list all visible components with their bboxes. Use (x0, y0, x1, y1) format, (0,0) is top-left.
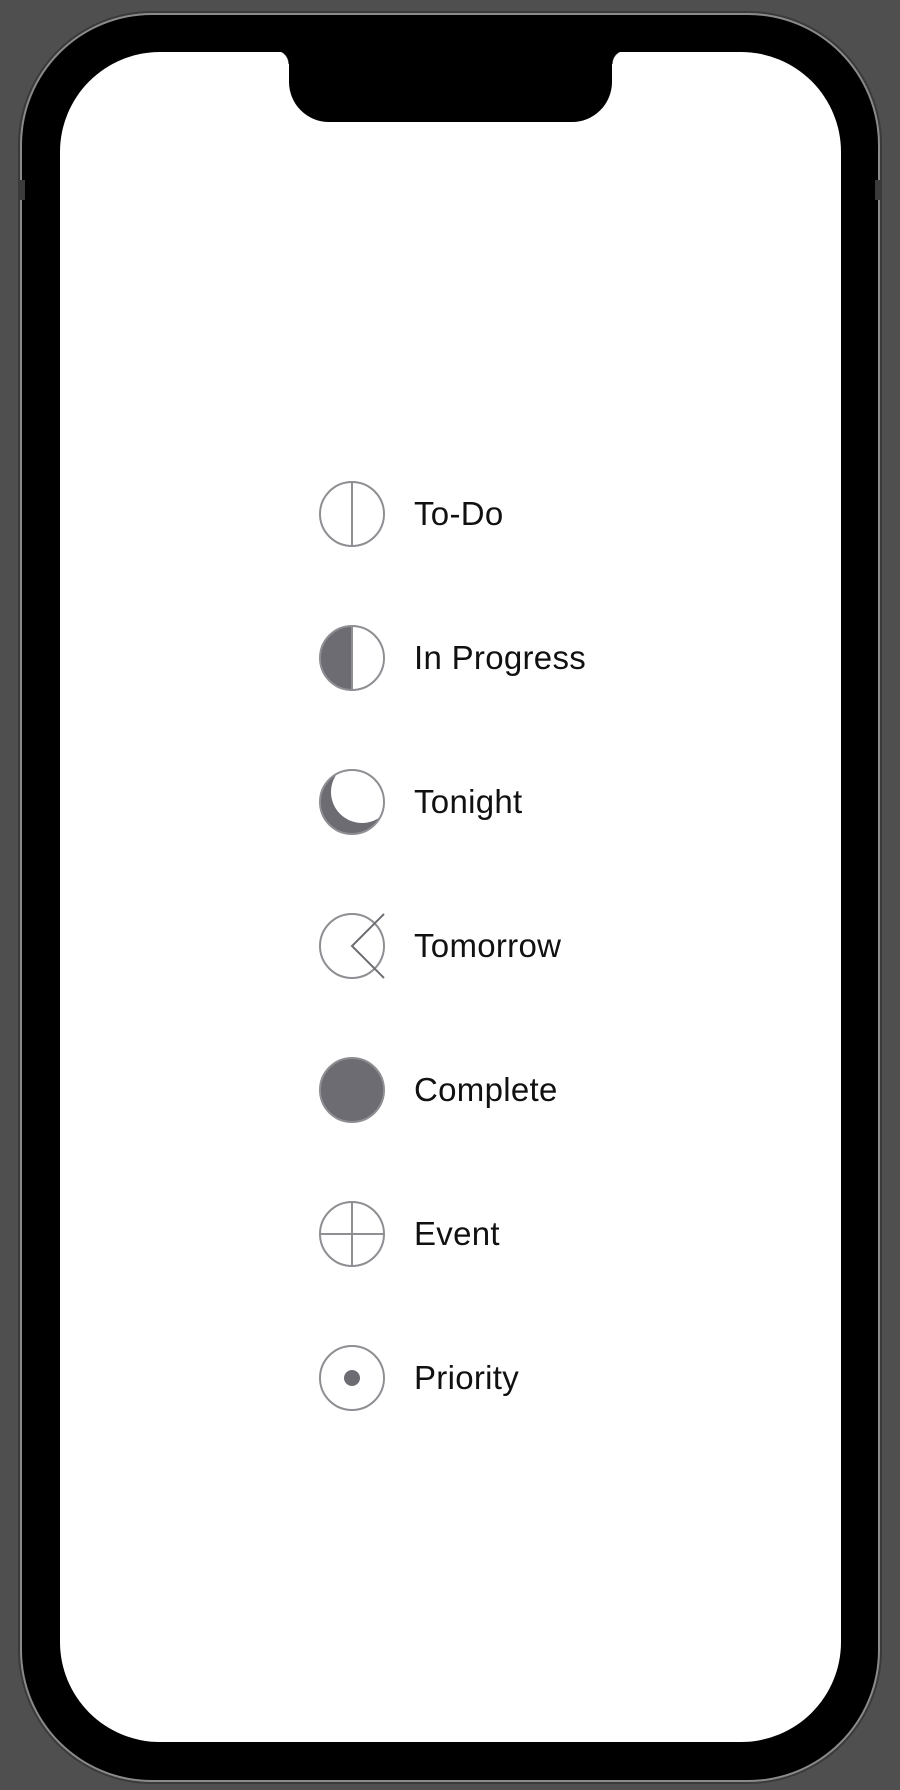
legend-label-in-progress: In Progress (414, 639, 587, 676)
device-side-button-left (19, 180, 25, 200)
legend-item-priority[interactable]: Priority (318, 1306, 718, 1450)
status-legend: To-Do In Progress Tonight Tomorrow Compl… (318, 442, 718, 1450)
tonight-moon-icon (319, 769, 385, 835)
legend-label-todo: To-Do (414, 495, 504, 532)
priority-dot-icon (319, 1345, 385, 1411)
legend-item-complete[interactable]: Complete (318, 1018, 718, 1162)
legend-label-complete: Complete (414, 1071, 558, 1108)
legend-item-tomorrow[interactable]: Tomorrow (318, 874, 718, 1018)
legend-item-event[interactable]: Event (318, 1162, 718, 1306)
legend-item-tonight[interactable]: Tonight (318, 730, 718, 874)
device-side-button-right (875, 180, 881, 200)
phone-screen: To-Do In Progress Tonight Tomorrow Compl… (60, 52, 841, 1742)
notch (275, 52, 626, 122)
legend-label-priority: Priority (414, 1359, 520, 1396)
complete-filled-circle-icon (319, 1057, 385, 1123)
legend-label-tonight: Tonight (414, 783, 523, 820)
legend-item-in-progress[interactable]: In Progress (318, 586, 718, 730)
legend-label-tomorrow: Tomorrow (414, 927, 562, 964)
tomorrow-chevron-icon (319, 913, 385, 979)
in-progress-half-filled-icon (319, 625, 385, 691)
todo-half-circle-icon (319, 481, 385, 547)
legend-item-todo[interactable]: To-Do (318, 442, 718, 586)
legend-label-event: Event (414, 1215, 500, 1252)
event-crosshair-icon (319, 1201, 385, 1267)
